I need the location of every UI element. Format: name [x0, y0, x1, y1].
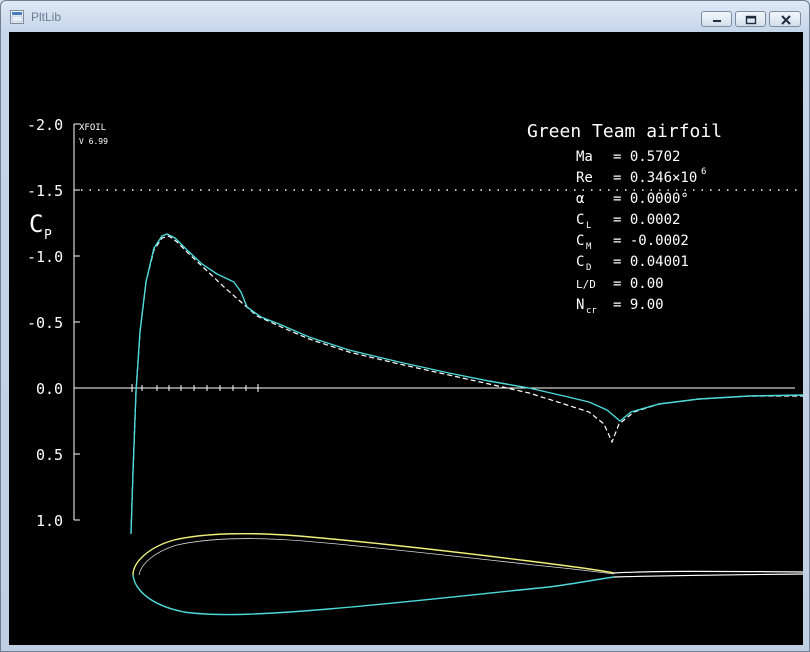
y-tick-label: -0.5 — [27, 314, 63, 332]
maximize-button[interactable] — [735, 11, 766, 27]
close-button[interactable] — [769, 11, 801, 27]
cd-value: = 0.04001 — [613, 254, 689, 270]
y-axis-symbol: C — [29, 210, 43, 238]
minimize-button[interactable] — [701, 11, 732, 27]
alpha-label: α — [576, 191, 585, 207]
y-tick-label: 0.5 — [36, 446, 63, 464]
y-tick-label: -1.5 — [27, 182, 63, 200]
y-tick-label: -1.0 — [27, 248, 63, 266]
y-axis-subscript: P — [44, 228, 52, 243]
cp-plot: -2.0 -1.5 -1.0 -0.5 0.0 0.5 1.0 XFOIL V … — [27, 116, 803, 616]
program-version: V 6.99 — [79, 137, 108, 146]
ncr-label: N — [576, 297, 584, 313]
ncr-value: = 9.00 — [613, 297, 664, 313]
y-tick-label: -2.0 — [27, 116, 63, 134]
reynolds-value: = 0.346×10 — [613, 170, 697, 186]
title-bar[interactable]: PltLib — [1, 1, 809, 33]
plot-canvas: -2.0 -1.5 -1.0 -0.5 0.0 0.5 1.0 XFOIL V … — [9, 32, 803, 645]
airfoil-title: Green Team airfoil — [527, 121, 722, 142]
cd-label: C — [576, 254, 584, 270]
cl-value: = 0.0002 — [613, 212, 680, 228]
airfoil-wake-upper — [613, 570, 803, 574]
window-title: PltLib — [31, 10, 62, 24]
airfoil-lower-surface — [132, 574, 615, 616]
ld-label: L/D — [576, 278, 596, 291]
minimize-icon — [713, 20, 721, 22]
pltlib-window: PltLib -2.0 -1.5 -1.0 -0.5 0.0 0.5 1.0 X… — [0, 0, 810, 652]
cl-subscript: L — [586, 221, 591, 231]
airfoil-boundary-layer-upper — [138, 538, 615, 576]
pltlib-app-icon — [10, 10, 24, 24]
y-tick-label: 1.0 — [36, 512, 63, 530]
reynolds-label: Re — [576, 170, 593, 186]
cm-subscript: M — [586, 242, 592, 252]
program-name: XFOIL — [79, 123, 106, 133]
mach-value: = 0.5702 — [613, 149, 680, 165]
cm-label: C — [576, 233, 584, 249]
cd-subscript: D — [586, 263, 591, 273]
y-axis-ticks — [74, 123, 80, 521]
ld-value: = 0.00 — [613, 276, 664, 292]
cl-label: C — [576, 212, 584, 228]
airfoil-upper-surface — [132, 532, 615, 576]
mach-label: Ma — [576, 149, 593, 165]
y-tick-label: 0.0 — [36, 380, 63, 398]
viscous-cp-curve — [130, 233, 803, 535]
close-icon — [781, 15, 791, 25]
cm-value: = -0.0002 — [613, 233, 689, 249]
maximize-icon — [745, 15, 757, 25]
airfoil-wake-lower — [613, 573, 803, 578]
alpha-value: = 0.0000° — [613, 191, 689, 207]
ncr-subscript: cr — [586, 306, 597, 316]
reynolds-exponent: 6 — [701, 167, 706, 177]
